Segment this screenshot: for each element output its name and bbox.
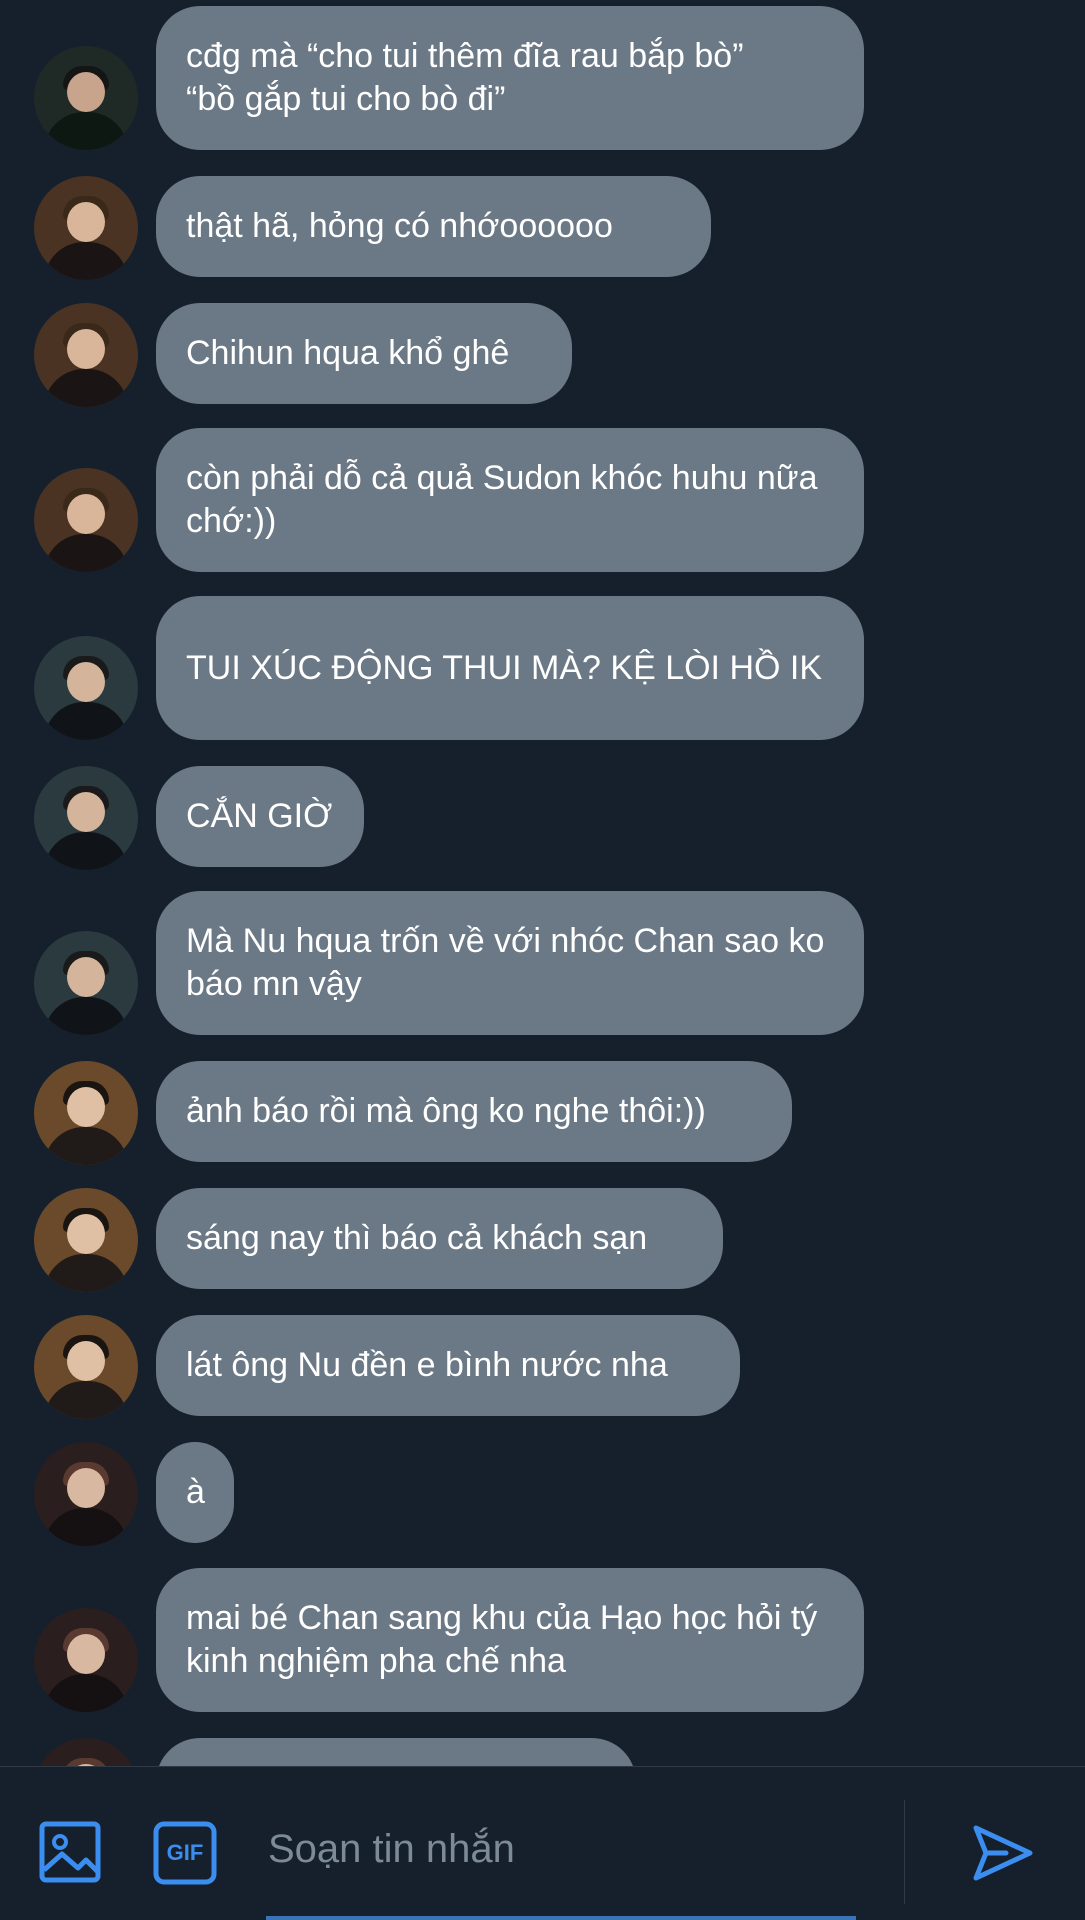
message-row: ảnh báo rồi mà ông ko nghe thôi:)) (0, 1061, 1085, 1165)
message-row: cđg mà “cho tui thêm đĩa rau bắp bò” “bồ… (0, 6, 1085, 150)
composer-divider (904, 1800, 905, 1904)
message-thread[interactable]: cđg mà “cho tui thêm đĩa rau bắp bò” “bồ… (0, 0, 1085, 1766)
gif-label: GIF (166, 1840, 204, 1865)
message-bubble[interactable]: CẮN GIỜ (156, 766, 364, 867)
message-bubble[interactable]: Mà Nu hqua trốn về với nhóc Chan sao ko … (156, 891, 864, 1035)
send-icon[interactable] (972, 1822, 1034, 1884)
message-bubble[interactable]: sáng nay thì báo cả khách sạn (156, 1188, 723, 1289)
message-bubble[interactable]: TUI XÚC ĐỘNG THUI MÀ? KỆ LÒI HỒ IK (156, 596, 864, 740)
message-bubble[interactable]: ảnh báo rồi mà ông ko nghe thôi:)) (156, 1061, 792, 1162)
message-bubble[interactable]: à (156, 1442, 234, 1543)
avatar[interactable] (34, 468, 138, 572)
message-bubble[interactable]: lát ông Nu đền e bình nước nha (156, 1315, 740, 1416)
avatar[interactable] (34, 46, 138, 150)
message-row: thật hã, hỏng có nhớoooooo (0, 176, 1085, 280)
message-bubble[interactable]: còn phải dỗ cả quả Sudon khóc huhu nữa c… (156, 428, 864, 572)
input-focus-underline (266, 1916, 856, 1920)
image-icon[interactable] (38, 1820, 104, 1886)
message-row: Mà Nu hqua trốn về với nhóc Chan sao ko … (0, 891, 1085, 1035)
avatar[interactable] (34, 1315, 138, 1419)
gif-icon[interactable]: GIF (152, 1820, 218, 1886)
avatar[interactable] (34, 1738, 138, 1766)
avatar[interactable] (34, 176, 138, 280)
message-row: TUI XÚC ĐỘNG THUI MÀ? KỆ LÒI HỒ IK (0, 596, 1085, 740)
avatar[interactable] (34, 1442, 138, 1546)
message-bubble[interactable]: Chihun hqua khổ ghê (156, 303, 572, 404)
dm-conversation-screen: cđg mà “cho tui thêm đĩa rau bắp bò” “bồ… (0, 0, 1085, 1920)
message-row: CẮN GIỜ (0, 766, 1085, 870)
message-row: à (0, 1442, 1085, 1546)
avatar[interactable] (34, 1608, 138, 1712)
message-bubble[interactable]: mai bé Chan sang khu của Hạo học hỏi tý … (156, 1568, 864, 1712)
avatar[interactable] (34, 766, 138, 870)
avatar[interactable] (34, 931, 138, 1035)
avatar[interactable] (34, 636, 138, 740)
avatar[interactable] (34, 1188, 138, 1292)
message-row: mai bé Chan sang khu của Hạo học hỏi tý … (0, 1568, 1085, 1712)
message-row: sáng nay thì báo cả khách sạn (0, 1188, 1085, 1292)
message-bubble[interactable]: thật hã, hỏng có nhớoooooo (156, 176, 711, 277)
message-input[interactable] (266, 1810, 890, 1888)
message-row (0, 1738, 1085, 1766)
avatar[interactable] (34, 1061, 138, 1165)
message-bubble[interactable]: cđg mà “cho tui thêm đĩa rau bắp bò” “bồ… (156, 6, 864, 150)
avatar[interactable] (34, 303, 138, 407)
message-row: Chihun hqua khổ ghê (0, 303, 1085, 407)
message-bubble[interactable] (156, 1738, 636, 1766)
message-row: lát ông Nu đền e bình nước nha (0, 1315, 1085, 1419)
message-row: còn phải dỗ cả quả Sudon khóc huhu nữa c… (0, 428, 1085, 572)
